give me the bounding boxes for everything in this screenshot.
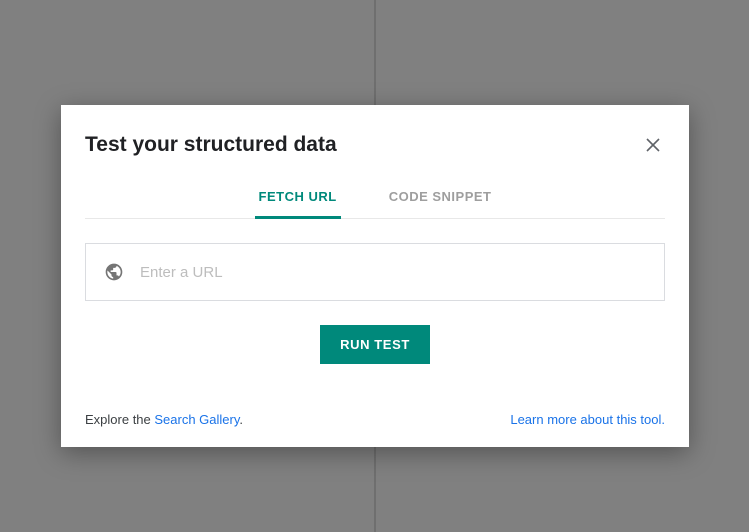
globe-icon [104, 262, 124, 282]
close-button[interactable] [641, 133, 665, 157]
tab-fetch-url[interactable]: FETCH URL [255, 179, 341, 219]
explore-suffix: . [239, 412, 243, 427]
explore-text: Explore the Search Gallery. [85, 412, 243, 427]
search-gallery-link[interactable]: Search Gallery [154, 412, 239, 427]
structured-data-modal: Test your structured data FETCH URL CODE… [61, 105, 689, 447]
close-icon [646, 138, 660, 152]
modal-footer: Explore the Search Gallery. Learn more a… [85, 412, 665, 427]
learn-more-link[interactable]: Learn more about this tool. [510, 412, 665, 427]
url-input[interactable] [140, 264, 646, 281]
tabs: FETCH URL CODE SNIPPET [85, 179, 665, 219]
url-input-container [85, 243, 665, 301]
modal-header: Test your structured data [85, 133, 665, 157]
run-test-button[interactable]: RUN TEST [320, 325, 430, 364]
run-row: RUN TEST [85, 325, 665, 364]
tab-code-snippet[interactable]: CODE SNIPPET [385, 179, 496, 219]
explore-prefix: Explore the [85, 412, 154, 427]
modal-title: Test your structured data [85, 133, 337, 157]
